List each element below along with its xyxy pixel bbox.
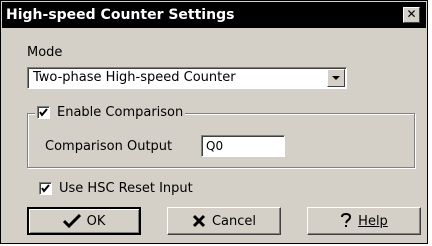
checkmark-icon: [62, 214, 81, 228]
use-hsc-reset-label: Use HSC Reset Input: [59, 181, 193, 196]
checkmark-icon: [41, 184, 50, 193]
use-hsc-reset-checkbox[interactable]: [39, 182, 52, 195]
title-bar: High-speed Counter Settings ✕: [2, 2, 426, 28]
ok-label: OK: [86, 213, 106, 229]
help-button[interactable]: Help: [307, 207, 421, 235]
question-mark-icon: [340, 213, 352, 229]
comparison-output-label: Comparison Output: [45, 139, 173, 154]
use-hsc-reset-row[interactable]: Use HSC Reset Input: [39, 181, 193, 196]
enable-comparison-checkbox[interactable]: [37, 106, 50, 119]
comparison-output-input[interactable]: [201, 135, 285, 157]
cancel-button[interactable]: Cancel: [167, 207, 281, 235]
window-title: High-speed Counter Settings: [6, 7, 235, 23]
help-label: Help: [358, 213, 388, 229]
enable-comparison-label: Enable Comparison: [57, 105, 184, 120]
mode-selected-value: Two-phase High-speed Counter: [33, 70, 236, 85]
cancel-label: Cancel: [211, 213, 257, 229]
dropdown-arrow-button[interactable]: [327, 69, 345, 87]
hsc-settings-dialog: High-speed Counter Settings ✕ Mode Two-p…: [0, 0, 428, 244]
mode-label: Mode: [27, 45, 63, 60]
enable-comparison-row[interactable]: Enable Comparison: [35, 105, 186, 120]
x-mark-icon: [192, 214, 206, 228]
chevron-down-icon: [332, 76, 340, 80]
close-icon: ✕: [406, 7, 417, 21]
close-button[interactable]: ✕: [403, 7, 420, 23]
ok-button[interactable]: OK: [27, 207, 141, 235]
mode-dropdown[interactable]: Two-phase High-speed Counter: [27, 67, 347, 89]
checkmark-icon: [39, 108, 48, 117]
